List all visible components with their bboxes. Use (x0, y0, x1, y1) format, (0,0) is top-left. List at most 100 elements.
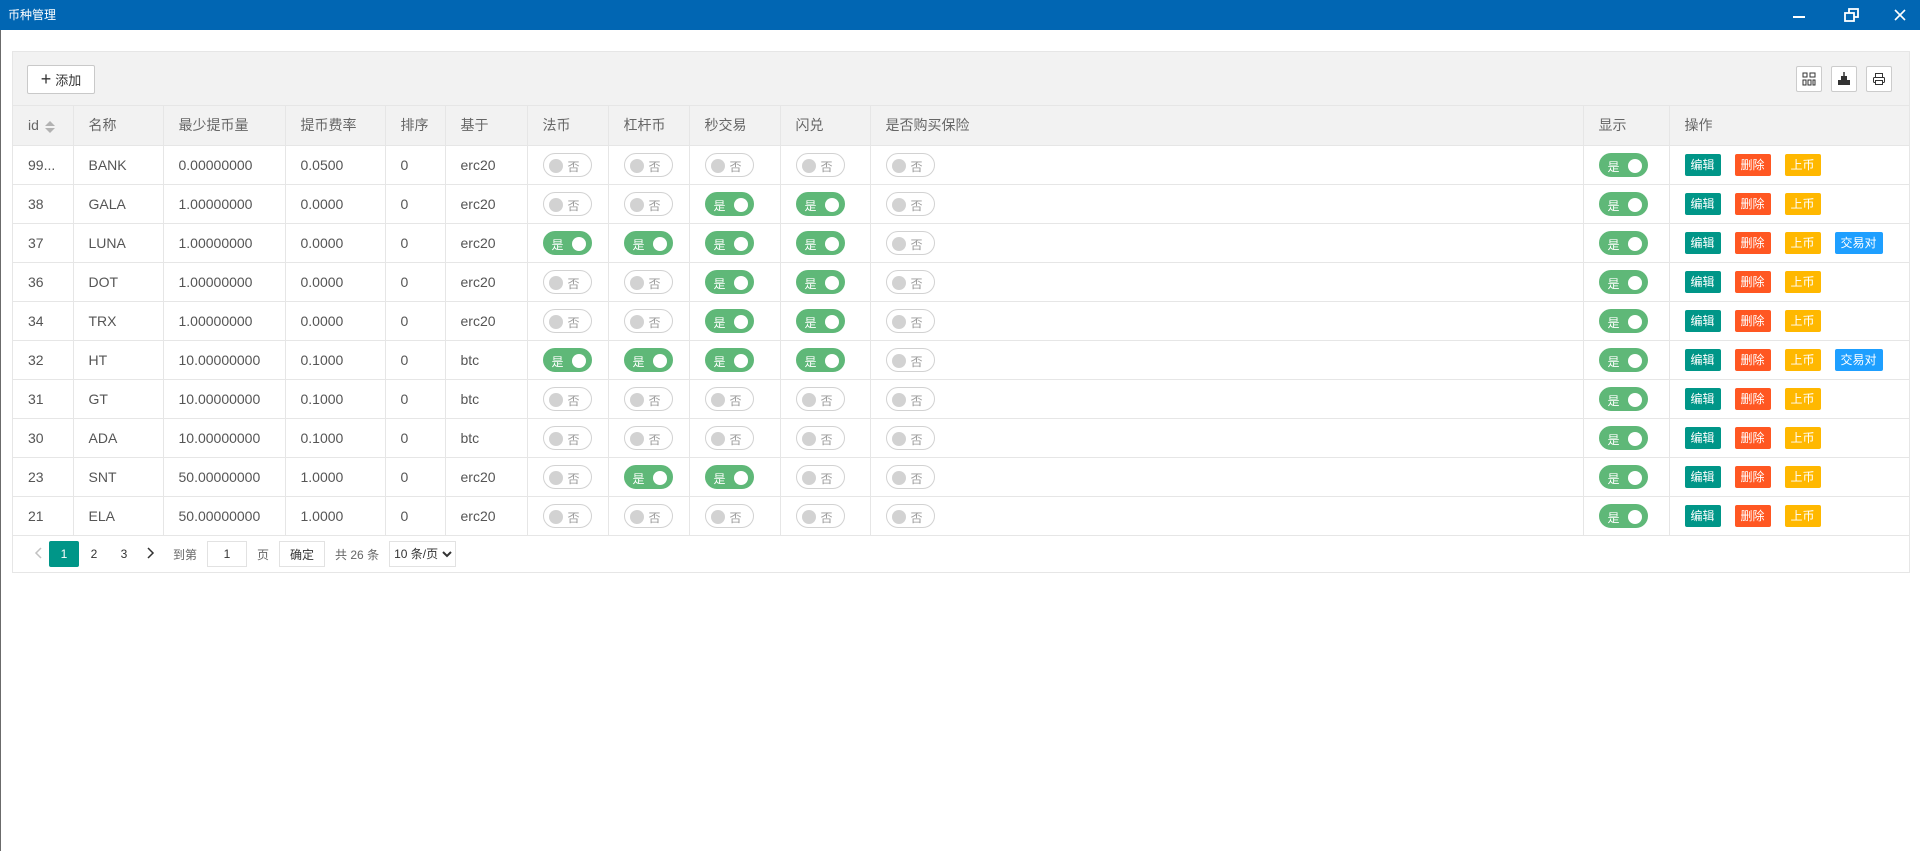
leverage-toggle[interactable]: 否 (623, 308, 673, 333)
leverage-toggle[interactable]: 否 (623, 269, 673, 294)
second-trade-toggle[interactable]: 否 (704, 503, 754, 528)
list-coin-button[interactable]: 上币 (1784, 465, 1821, 488)
leverage-toggle[interactable]: 否 (623, 503, 673, 528)
list-coin-button[interactable]: 上币 (1784, 192, 1821, 215)
delete-button[interactable]: 删除 (1734, 192, 1771, 215)
flash-toggle[interactable]: 否 (795, 386, 845, 411)
add-button[interactable]: + 添加 (27, 65, 95, 94)
minimize-button[interactable] (1779, 0, 1819, 30)
display-toggle[interactable]: 是 (1598, 503, 1648, 528)
leverage-toggle[interactable]: 否 (623, 191, 673, 216)
delete-button[interactable]: 删除 (1734, 231, 1771, 254)
delete-button[interactable]: 删除 (1734, 270, 1771, 293)
close-button[interactable] (1880, 0, 1920, 30)
second-trade-toggle[interactable]: 是 (704, 308, 754, 333)
insurance-toggle[interactable]: 否 (885, 425, 935, 450)
page-3[interactable]: 3 (109, 541, 139, 567)
insurance-toggle[interactable]: 否 (885, 386, 935, 411)
edit-button[interactable]: 编辑 (1684, 153, 1721, 176)
insurance-toggle[interactable]: 否 (885, 464, 935, 489)
display-toggle[interactable]: 是 (1598, 152, 1648, 177)
fiat-toggle[interactable]: 否 (542, 308, 592, 333)
flash-toggle[interactable]: 是 (795, 191, 845, 216)
list-coin-button[interactable]: 上币 (1784, 270, 1821, 293)
insurance-toggle[interactable]: 否 (885, 191, 935, 216)
delete-button[interactable]: 删除 (1734, 465, 1771, 488)
fiat-toggle[interactable]: 否 (542, 425, 592, 450)
second-trade-toggle[interactable]: 是 (704, 464, 754, 489)
second-trade-toggle[interactable]: 是 (704, 230, 754, 255)
flash-toggle[interactable]: 否 (795, 503, 845, 528)
fiat-toggle[interactable]: 否 (542, 269, 592, 294)
flash-toggle[interactable]: 是 (795, 347, 845, 372)
insurance-toggle[interactable]: 否 (885, 269, 935, 294)
trading-pair-button[interactable]: 交易对 (1834, 231, 1883, 254)
edit-button[interactable]: 编辑 (1684, 309, 1721, 332)
flash-toggle[interactable]: 是 (795, 269, 845, 294)
insurance-toggle[interactable]: 否 (885, 230, 935, 255)
insurance-toggle[interactable]: 否 (885, 347, 935, 372)
delete-button[interactable]: 删除 (1734, 348, 1771, 371)
leverage-toggle[interactable]: 是 (623, 464, 673, 489)
second-trade-toggle[interactable]: 是 (704, 269, 754, 294)
next-page-icon[interactable] (139, 546, 163, 562)
display-toggle[interactable]: 是 (1598, 425, 1648, 450)
edit-button[interactable]: 编辑 (1684, 348, 1721, 371)
display-toggle[interactable]: 是 (1598, 347, 1648, 372)
list-coin-button[interactable]: 上币 (1784, 309, 1821, 332)
delete-button[interactable]: 删除 (1734, 153, 1771, 176)
flash-toggle[interactable]: 否 (795, 152, 845, 177)
fiat-toggle[interactable]: 否 (542, 503, 592, 528)
list-coin-button[interactable]: 上币 (1784, 387, 1821, 410)
restore-button[interactable] (1832, 0, 1872, 30)
columns-filter-button[interactable] (1796, 66, 1822, 92)
display-toggle[interactable]: 是 (1598, 191, 1648, 216)
delete-button[interactable]: 删除 (1734, 387, 1771, 410)
edit-button[interactable]: 编辑 (1684, 387, 1721, 410)
flash-toggle[interactable]: 否 (795, 425, 845, 450)
list-coin-button[interactable]: 上币 (1784, 153, 1821, 176)
delete-button[interactable]: 删除 (1734, 309, 1771, 332)
insurance-toggle[interactable]: 否 (885, 503, 935, 528)
display-toggle[interactable]: 是 (1598, 269, 1648, 294)
trading-pair-button[interactable]: 交易对 (1834, 348, 1883, 371)
delete-button[interactable]: 删除 (1734, 426, 1771, 449)
export-button[interactable] (1831, 66, 1857, 92)
leverage-toggle[interactable]: 否 (623, 152, 673, 177)
edit-button[interactable]: 编辑 (1684, 465, 1721, 488)
insurance-toggle[interactable]: 否 (885, 308, 935, 333)
second-trade-toggle[interactable]: 否 (704, 152, 754, 177)
goto-page-input[interactable] (207, 541, 248, 567)
list-coin-button[interactable]: 上币 (1784, 426, 1821, 449)
leverage-toggle[interactable]: 否 (623, 425, 673, 450)
header-id[interactable]: id (13, 106, 74, 146)
edit-button[interactable]: 编辑 (1684, 270, 1721, 293)
print-button[interactable] (1866, 66, 1892, 92)
prev-page-icon[interactable] (27, 546, 49, 562)
edit-button[interactable]: 编辑 (1684, 426, 1721, 449)
display-toggle[interactable]: 是 (1598, 386, 1648, 411)
fiat-toggle[interactable]: 否 (542, 386, 592, 411)
page-1[interactable]: 1 (49, 541, 79, 567)
leverage-toggle[interactable]: 否 (623, 386, 673, 411)
sort-icon[interactable] (44, 120, 55, 133)
flash-toggle[interactable]: 否 (795, 464, 845, 489)
fiat-toggle[interactable]: 是 (542, 230, 592, 255)
list-coin-button[interactable]: 上币 (1784, 231, 1821, 254)
fiat-toggle[interactable]: 是 (542, 347, 592, 372)
second-trade-toggle[interactable]: 否 (704, 386, 754, 411)
insurance-toggle[interactable]: 否 (885, 152, 935, 177)
page-2[interactable]: 2 (79, 541, 109, 567)
list-coin-button[interactable]: 上币 (1784, 504, 1821, 527)
edit-button[interactable]: 编辑 (1684, 504, 1721, 527)
flash-toggle[interactable]: 是 (795, 308, 845, 333)
goto-confirm-button[interactable]: 确定 (279, 541, 326, 567)
leverage-toggle[interactable]: 是 (623, 230, 673, 255)
page-size-select[interactable]: 10 条/页 (389, 541, 457, 567)
fiat-toggle[interactable]: 否 (542, 191, 592, 216)
delete-button[interactable]: 删除 (1734, 504, 1771, 527)
fiat-toggle[interactable]: 否 (542, 464, 592, 489)
second-trade-toggle[interactable]: 是 (704, 347, 754, 372)
list-coin-button[interactable]: 上币 (1784, 348, 1821, 371)
display-toggle[interactable]: 是 (1598, 230, 1648, 255)
